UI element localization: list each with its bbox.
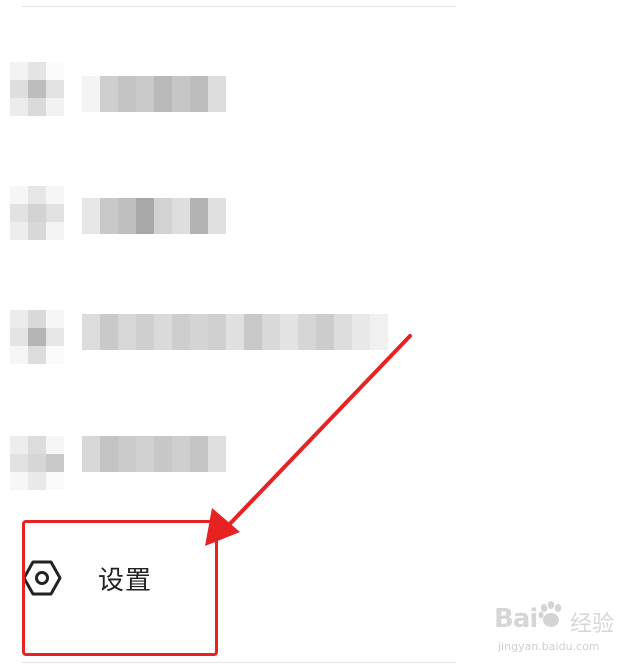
menu-item-blurred-3[interactable] [10, 310, 430, 370]
baidu-jingyan-watermark: Bai 经验 jingyan.baidu.com [494, 598, 634, 658]
blurred-icon [10, 310, 66, 366]
paw-logo-icon [538, 601, 562, 627]
watermark-url: jingyan.baidu.com [498, 640, 600, 653]
watermark-logo-text: Bai [494, 604, 538, 634]
menu-item-blurred-1[interactable] [10, 62, 430, 122]
blurred-label [82, 436, 226, 472]
blurred-label [82, 198, 226, 234]
blurred-label [82, 314, 388, 350]
blurred-icon [10, 436, 66, 492]
blurred-icon [10, 186, 66, 242]
menu-item-blurred-4[interactable] [10, 436, 430, 496]
annotation-highlight-box [22, 520, 218, 656]
menu-item-blurred-2[interactable] [10, 186, 430, 246]
watermark-logo-cn: 经验 [570, 612, 615, 637]
menu-top-divider [22, 6, 456, 7]
blurred-label [82, 76, 226, 112]
menu-bottom-divider [22, 662, 456, 663]
blurred-icon [10, 62, 66, 118]
